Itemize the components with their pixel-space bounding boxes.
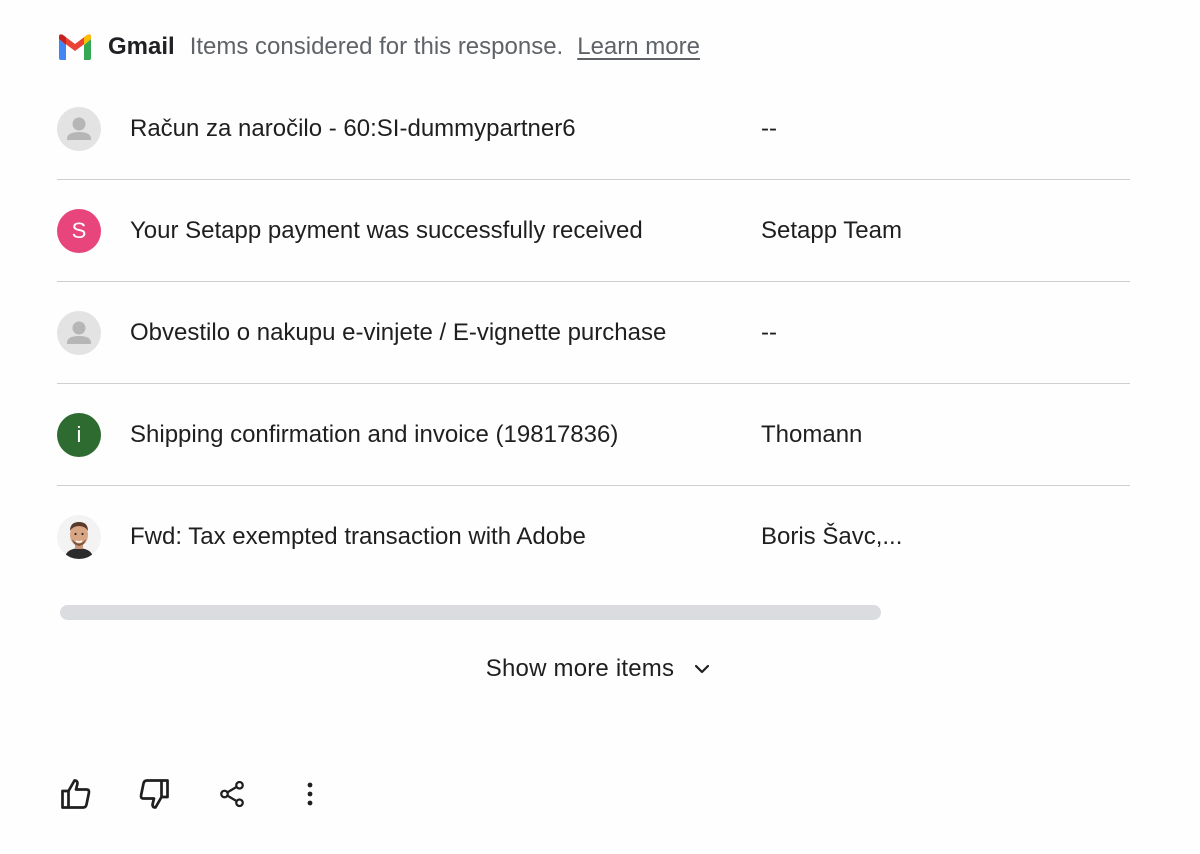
email-sender: Boris Šavc,...	[761, 523, 903, 550]
email-subject: Fwd: Tax exempted transaction with Adobe	[130, 523, 586, 550]
more-vert-icon	[307, 782, 313, 806]
person-photo-icon	[65, 522, 93, 559]
share-button[interactable]	[212, 772, 252, 816]
avatar	[57, 106, 101, 151]
person-placeholder-icon	[67, 321, 91, 344]
avatar: i	[57, 412, 101, 457]
person-placeholder-icon	[67, 117, 91, 140]
email-subject: Your Setapp payment was successfully rec…	[130, 216, 643, 244]
avatar	[57, 515, 101, 559]
list-item[interactable]: i Shipping confirmation and invoice (198…	[57, 384, 1130, 486]
thumbs-down-icon	[139, 779, 169, 809]
email-sender: Thomann	[761, 420, 863, 448]
thumbs-up-icon	[61, 779, 91, 809]
avatar: S	[57, 208, 101, 253]
thumbs-up-button[interactable]	[56, 772, 96, 816]
gmail-logo-icon	[59, 34, 91, 60]
email-subject: Obvestilo o nakupu e-vinjete / E-vignett…	[130, 318, 667, 346]
thumbs-down-button[interactable]	[134, 772, 174, 816]
email-sender: Setapp Team	[761, 216, 902, 244]
more-options-button[interactable]	[290, 772, 330, 816]
email-subject: Račun za naročilo - 60:SI-dummypartner6	[130, 114, 576, 142]
list-item[interactable]: S Your Setapp payment was successfully r…	[57, 180, 1130, 282]
response-actions	[56, 772, 330, 816]
avatar-letter: S	[71, 217, 87, 243]
show-more-label: Show more items	[485, 655, 675, 682]
list-item[interactable]: Obvestilo o nakupu e-vinjete / E-vignett…	[57, 282, 1130, 384]
list-item[interactable]: Račun za naročilo - 60:SI-dummypartner6 …	[57, 78, 1130, 180]
email-subject: Shipping confirmation and invoice (19817…	[130, 420, 619, 448]
avatar-letter: i	[76, 421, 82, 447]
avatar	[57, 310, 101, 355]
learn-more-link[interactable]: Learn more	[577, 33, 700, 61]
email-sender: --	[761, 318, 777, 346]
show-more-button[interactable]: Show more items	[0, 655, 1200, 683]
sources-header: Gmail Items considered for this response…	[57, 28, 700, 66]
email-sender: --	[761, 114, 777, 142]
chevron-down-icon	[695, 664, 710, 674]
list-item[interactable]: Fwd: Tax exempted transaction with Adobe…	[57, 486, 1130, 588]
header-description: Items considered for this response.	[189, 33, 564, 60]
email-list: Račun za naročilo - 60:SI-dummypartner6 …	[57, 78, 1130, 588]
share-icon	[220, 780, 244, 808]
app-name: Gmail	[108, 33, 175, 60]
horizontal-scrollbar[interactable]	[60, 605, 881, 620]
